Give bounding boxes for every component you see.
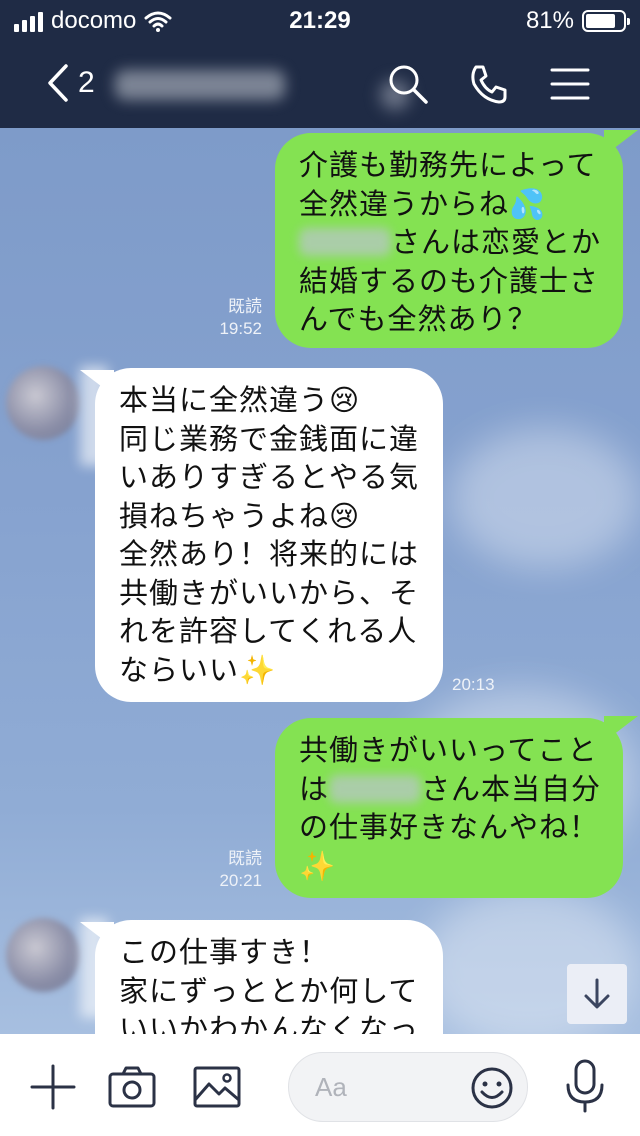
scroll-down-icon[interactable]	[567, 964, 627, 1024]
blurred-contact-name	[115, 70, 285, 100]
avatar[interactable]	[6, 366, 80, 440]
read-receipt: 既読	[228, 849, 262, 868]
input-bar	[0, 1034, 640, 1136]
read-receipt: 既読	[228, 297, 262, 316]
message-line: の仕事好きなんやね！	[299, 810, 600, 844]
message-input-field[interactable]	[288, 1052, 528, 1122]
message-line: 共働きがいいから、そ	[119, 575, 420, 610]
bubble-tail	[604, 130, 638, 156]
chat-area[interactable]: 介護も勤務先によって 全然違うからね💦 さんは恋愛とか 結婚するのも介護士さ ん…	[0, 128, 640, 1034]
menu-icon[interactable]	[548, 62, 592, 106]
message-line-text: は さん本当自分	[299, 772, 601, 806]
blurred-name	[299, 228, 391, 256]
phone-icon[interactable]	[466, 62, 510, 106]
microphone-icon[interactable]	[562, 1058, 608, 1114]
chat-title[interactable]: 2	[78, 66, 95, 100]
chat-header: 2	[0, 40, 640, 128]
message-meta: 既読 19:52	[200, 296, 262, 340]
message-line-text: は	[299, 771, 330, 806]
emoji-icon[interactable]	[469, 1065, 515, 1111]
plus-icon[interactable]	[28, 1062, 78, 1112]
message-time: 20:13	[452, 675, 495, 694]
message-line: んでも全然あり？	[299, 302, 538, 336]
message-bubble-outgoing[interactable]: 共働きがいいってこと は さん本当自分 の仕事好きなんやね！ ✨	[275, 718, 623, 898]
battery-percent: 81%	[525, 7, 574, 34]
message-line: 損ねちゃうよね😢	[119, 498, 361, 533]
message-line: ✨	[299, 848, 337, 883]
message-line: 結婚するのも介護士さ	[299, 263, 600, 298]
message-line: いいかわかんなくなっ	[119, 1012, 420, 1034]
message-meta: 20:13	[452, 674, 512, 696]
image-icon[interactable]	[192, 1062, 242, 1112]
status-bar: docomo 21:29 81%	[0, 0, 640, 40]
message-input[interactable]	[315, 1067, 455, 1107]
message-time: 20:21	[219, 871, 262, 890]
message-line: 家にずっととか何して	[119, 973, 419, 1008]
message-line: さんは恋愛とか	[299, 223, 601, 262]
message-line-text: さんは恋愛とか	[391, 225, 602, 259]
message-line: は さん本当自分	[299, 770, 601, 809]
message-line: ならいい✨	[119, 652, 277, 687]
message-meta: 既読 20:21	[200, 848, 262, 892]
blurred-name	[329, 774, 422, 803]
message-line: この仕事すき！	[119, 935, 330, 969]
status-right: 81%	[525, 7, 630, 35]
message-line: 共働きがいいってこと	[299, 733, 598, 767]
message-line: 同じ業務で金銭面に違	[119, 421, 420, 456]
avatar[interactable]	[6, 918, 80, 992]
message-line: 全然あり！将来的には	[119, 537, 420, 571]
message-bubble-incoming[interactable]: この仕事すき！ 家にずっととか何して いいかわかんなくなっ	[95, 920, 443, 1034]
message-line: いありすぎるとやる気	[119, 460, 420, 494]
message-line: 本当に全然違う😢	[119, 383, 361, 417]
battery-icon	[582, 10, 630, 32]
message-time: 19:52	[219, 319, 262, 338]
camera-icon[interactable]	[107, 1062, 157, 1112]
message-line: 全然違うからね💦	[299, 186, 547, 221]
message-line: 介護も勤務先によって	[299, 148, 597, 182]
message-bubble-outgoing[interactable]: 介護も勤務先によって 全然違うからね💦 さんは恋愛とか 結婚するのも介護士さ ん…	[275, 133, 623, 348]
message-line: れを許容してくれる人	[119, 614, 418, 648]
background-cloud	[450, 428, 640, 568]
message-bubble-incoming[interactable]: 本当に全然違う😢 同じ業務で金銭面に違 いありすぎるとやる気 損ねちゃうよね😢 …	[95, 368, 443, 702]
message-line-text: さん本当自分	[421, 771, 602, 806]
search-icon[interactable]	[386, 62, 430, 106]
